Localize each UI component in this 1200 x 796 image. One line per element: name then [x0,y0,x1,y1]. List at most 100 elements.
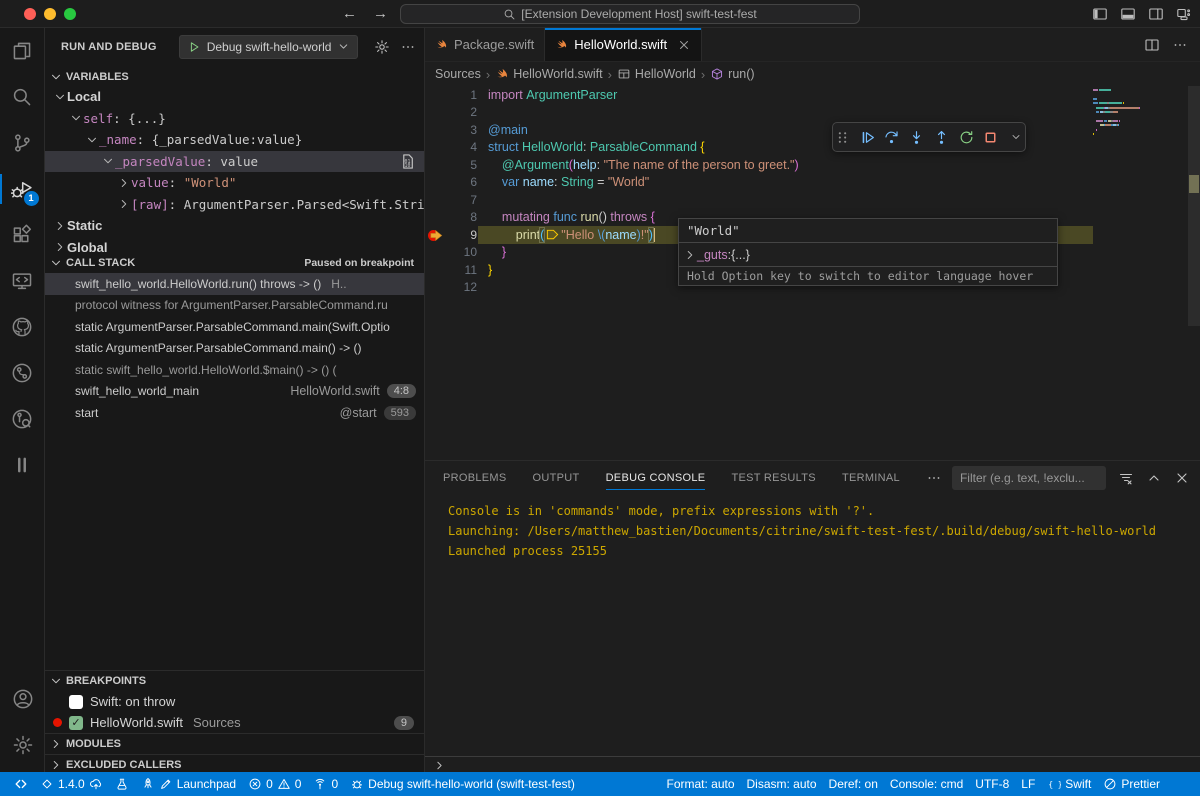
variable-row[interactable]: _parsedValue: value0110 [45,151,424,173]
gutter-glyph[interactable] [425,191,447,209]
breadcrumb-item[interactable]: HelloWorld.swift [495,67,602,81]
debug-configuration-dropdown[interactable]: Debug swift-hello-world [179,35,359,59]
breadcrumb-item[interactable]: run() [710,67,754,81]
toggle-primary-sidebar-icon[interactable] [1092,6,1108,22]
call-stack-frame[interactable]: static swift_hello_world.HelloWorld.$mai… [45,359,424,381]
statusbar-formatter[interactable]: Prettier [1097,772,1166,796]
breakpoints-section-header[interactable]: BREAKPOINTS [45,670,424,691]
call-stack-frame[interactable]: protocol witness for ArgumentParser.Pars… [45,295,424,317]
debug-console-input[interactable] [425,756,1200,773]
statusbar-extension-version[interactable]: 1.4.0 [34,772,109,796]
variable-row[interactable]: Local [45,86,424,108]
breakpoint-row[interactable]: ✓HelloWorld.swiftSources9 [45,712,424,734]
toggle-panel-icon[interactable] [1120,6,1136,22]
toggle-secondary-sidebar-icon[interactable] [1148,6,1164,22]
statusbar-console-mode[interactable]: Console: cmd [884,772,969,796]
statusbar-ports[interactable]: 0 [307,772,344,796]
gutter-glyph[interactable] [425,104,447,122]
stop-button[interactable] [982,127,1001,147]
debug-console-output[interactable]: Console is in 'commands' mode, prefix ex… [425,495,1200,561]
gutter-glyph[interactable] [425,244,447,262]
statusbar-remote-indicator[interactable] [8,772,34,796]
code-line-3[interactable]: 3@main [425,121,1200,139]
debug-settings-gear-icon[interactable] [374,39,390,55]
statusbar-debug-session[interactable]: Debug swift-hello-world (swift-test-fest… [344,772,581,796]
activitybar-item-explorer[interactable] [0,28,45,74]
activitybar-item-remote-explorer[interactable] [0,258,45,304]
step-out-button[interactable] [932,127,951,147]
activitybar-item-commit-graph[interactable] [0,350,45,396]
view-binary-icon[interactable]: 0110 [399,153,416,170]
statusbar-format-mode[interactable]: Format: auto [660,772,740,796]
call-stack-frame[interactable]: swift_hello_world_mainHelloWorld.swift4:… [45,381,424,403]
call-stack-frame[interactable]: start@start593 [45,402,424,424]
step-into-button[interactable] [907,127,926,147]
breakpoint-row[interactable]: Swift: on throw [45,691,424,713]
gutter-glyph[interactable] [425,226,447,244]
code-line-1[interactable]: 1import ArgumentParser [425,86,1200,104]
call-stack-frame[interactable]: static ArgumentParser.ParsableCommand.ma… [45,316,424,338]
panel-tab-terminal[interactable]: TERMINAL [842,461,900,495]
filter-results-icon[interactable] [1118,470,1134,486]
activitybar-item-extensions[interactable] [0,212,45,258]
panel-tab-problems[interactable]: PROBLEMS [443,461,507,495]
continue-button[interactable] [858,127,877,147]
minimize-window-button[interactable] [44,8,56,20]
views-more-actions-icon[interactable] [400,39,416,55]
call-stack-frame[interactable]: static ArgumentParser.ParsableCommand.ma… [45,338,424,360]
code-line-2[interactable]: 2 [425,104,1200,122]
breakpoint-checkbox[interactable] [69,695,83,709]
panel-tab-debug-console[interactable]: DEBUG CONSOLE [606,461,706,495]
command-center[interactable]: [Extension Development Host] swift-test-… [400,4,860,24]
breadcrumb-item[interactable]: HelloWorld [617,67,696,81]
activitybar-item-accounts[interactable] [0,676,45,722]
statusbar-launchpad[interactable]: Launchpad [135,772,242,796]
split-editor-icon[interactable] [1144,37,1160,53]
gutter-glyph[interactable] [425,261,447,279]
statusbar-toolchain[interactable] [109,772,135,796]
customize-layout-icon[interactable] [1176,6,1192,22]
variable-row[interactable]: [raw]: ArgumentParser.Parsed<Swift.Strin… [45,194,424,216]
section-header-modules[interactable]: MODULES [45,733,424,754]
variable-row[interactable]: Static [45,215,424,237]
activitybar-item-source-control[interactable] [0,120,45,166]
variables-section-header[interactable]: VARIABLES [45,66,424,87]
code-line-5[interactable]: 5 @Argument(help: "The name of the perso… [425,156,1200,174]
editor-tab-helloworld-swift[interactable]: HelloWorld.swift [545,28,702,61]
statusbar-notifications[interactable] [1166,772,1192,796]
statusbar-disasm-mode[interactable]: Disasm: auto [741,772,823,796]
hover-child-row[interactable]: _guts: {...} [679,243,1057,266]
code-line-6[interactable]: 6 var name: String = "World" [425,174,1200,192]
activitybar-item-gitlens[interactable] [0,396,45,442]
gutter-glyph[interactable] [425,156,447,174]
close-tab-icon[interactable] [677,38,691,52]
statusbar-problems[interactable]: 00 [242,772,307,796]
step-over-button[interactable] [883,127,902,147]
statusbar-eol[interactable]: LF [1015,772,1041,796]
debug-session-dropdown[interactable] [1006,127,1025,147]
console-filter[interactable] [952,466,1106,490]
activitybar-item-run-and-debug[interactable]: 1 [0,166,45,212]
code-editor[interactable]: 1import ArgumentParser23@main4struct Hel… [425,86,1200,460]
code-line-4[interactable]: 4struct HelloWorld: ParsableCommand { [425,139,1200,157]
forward-button[interactable]: → [373,5,388,22]
code-line-7[interactable]: 7 [425,191,1200,209]
variable-row[interactable]: self: {...} [45,108,424,130]
close-window-button[interactable] [24,8,36,20]
panel-tab-output[interactable]: OUTPUT [533,461,580,495]
console-filter-input[interactable] [952,471,1106,485]
gutter-glyph[interactable] [425,139,447,157]
statusbar-deref-mode[interactable]: Deref: on [823,772,884,796]
editor-scrollbar[interactable] [1188,86,1200,326]
call-stack-section-header[interactable]: CALL STACK Paused on breakpoint [45,252,424,273]
gutter-glyph[interactable] [425,121,447,139]
close-panel-icon[interactable] [1174,470,1190,486]
breadcrumb-item[interactable]: Sources [435,67,481,81]
editor-tab-package-swift[interactable]: Package.swift [425,28,545,61]
maximize-panel-icon[interactable] [1146,470,1162,486]
panel-tab-test-results[interactable]: TEST RESULTS [731,461,816,495]
section-header-excluded-callers[interactable]: EXCLUDED CALLERS [45,754,424,772]
editor-more-actions-icon[interactable] [1172,37,1188,53]
restart-button[interactable] [957,127,976,147]
activitybar-item-settings[interactable] [0,722,45,768]
